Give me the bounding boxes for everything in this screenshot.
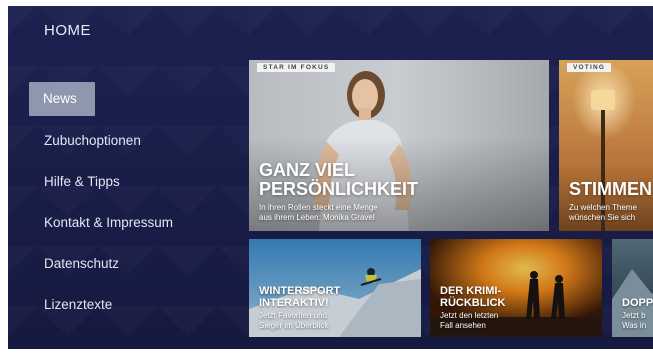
side-menu: News Zubuchoptionen Hilfe & Tipps Kontak… bbox=[29, 82, 240, 330]
partial-card-dopp[interactable]: DOPP Jetzt b Was in bbox=[612, 239, 653, 337]
krimi-subtitle-line1: Jetzt den letzten bbox=[440, 311, 499, 320]
menu-item-news[interactable]: News bbox=[29, 82, 95, 116]
partial-card-subtitle-line1: Jetzt b bbox=[622, 311, 646, 320]
featured-title-line2: PERSÖNLICHKEIT bbox=[259, 179, 419, 199]
voting-title: STIMMEN bbox=[569, 179, 652, 199]
featured-title-line1: GANZ VIEL bbox=[259, 160, 356, 180]
voting-subtitle-line1: Zu welchen Theme bbox=[569, 203, 637, 212]
krimi-title-line2: RÜCKBLICK bbox=[440, 297, 506, 309]
menu-item-hilfe-tipps[interactable]: Hilfe & Tipps bbox=[30, 166, 240, 198]
menu-item-kontakt-impressum[interactable]: Kontakt & Impressum bbox=[30, 207, 240, 239]
krimi-rueckblick-card[interactable]: DER KRIMI- RÜCKBLICK Jetzt den letzten F… bbox=[430, 239, 602, 337]
page-title: HOME bbox=[44, 22, 91, 39]
wintersport-subtitle-line1: Jetzt Favoriten und bbox=[259, 311, 328, 320]
menu-item-lizenztexte[interactable]: Lizenztexte bbox=[30, 289, 240, 321]
featured-card-star-im-fokus[interactable]: STAR IM FOKUS GANZ VIEL PERSÖNLICHKEIT I… bbox=[249, 60, 549, 231]
voting-subtitle-line2: wünschen Sie sich bbox=[569, 213, 636, 222]
wintersport-card[interactable]: WINTERSPORT INTERAKTIV! Jetzt Favoriten … bbox=[249, 239, 421, 337]
featured-subtitle-line2: aus ihrem Leben: Monika Gravel bbox=[259, 213, 375, 222]
menu-item-datenschutz[interactable]: Datenschutz bbox=[30, 248, 240, 280]
voting-card[interactable]: VOTING STIMMEN Zu welchen Theme wünschen… bbox=[559, 60, 653, 231]
featured-subtitle-line1: In ihren Rollen steckt eine Menge bbox=[259, 203, 378, 212]
card-badge-voting: VOTING bbox=[567, 63, 612, 72]
card-badge-star-im-fokus: STAR IM FOKUS bbox=[257, 63, 336, 72]
wintersport-title-line1: WINTERSPORT bbox=[259, 285, 341, 297]
partial-card-subtitle-line2: Was in bbox=[622, 321, 647, 330]
krimi-title-line1: DER KRIMI- bbox=[440, 285, 502, 297]
krimi-subtitle-line2: Fall ansehen bbox=[440, 321, 486, 330]
wintersport-title-line2: INTERAKTIV! bbox=[259, 297, 329, 309]
menu-item-zubuchoptionen[interactable]: Zubuchoptionen bbox=[30, 125, 240, 157]
tv-screen: HOME News Zubuchoptionen Hilfe & Tipps K… bbox=[8, 6, 653, 349]
wintersport-subtitle-line2: Sieger im Überblick bbox=[259, 321, 329, 330]
partial-card-title: DOPP bbox=[622, 297, 653, 309]
